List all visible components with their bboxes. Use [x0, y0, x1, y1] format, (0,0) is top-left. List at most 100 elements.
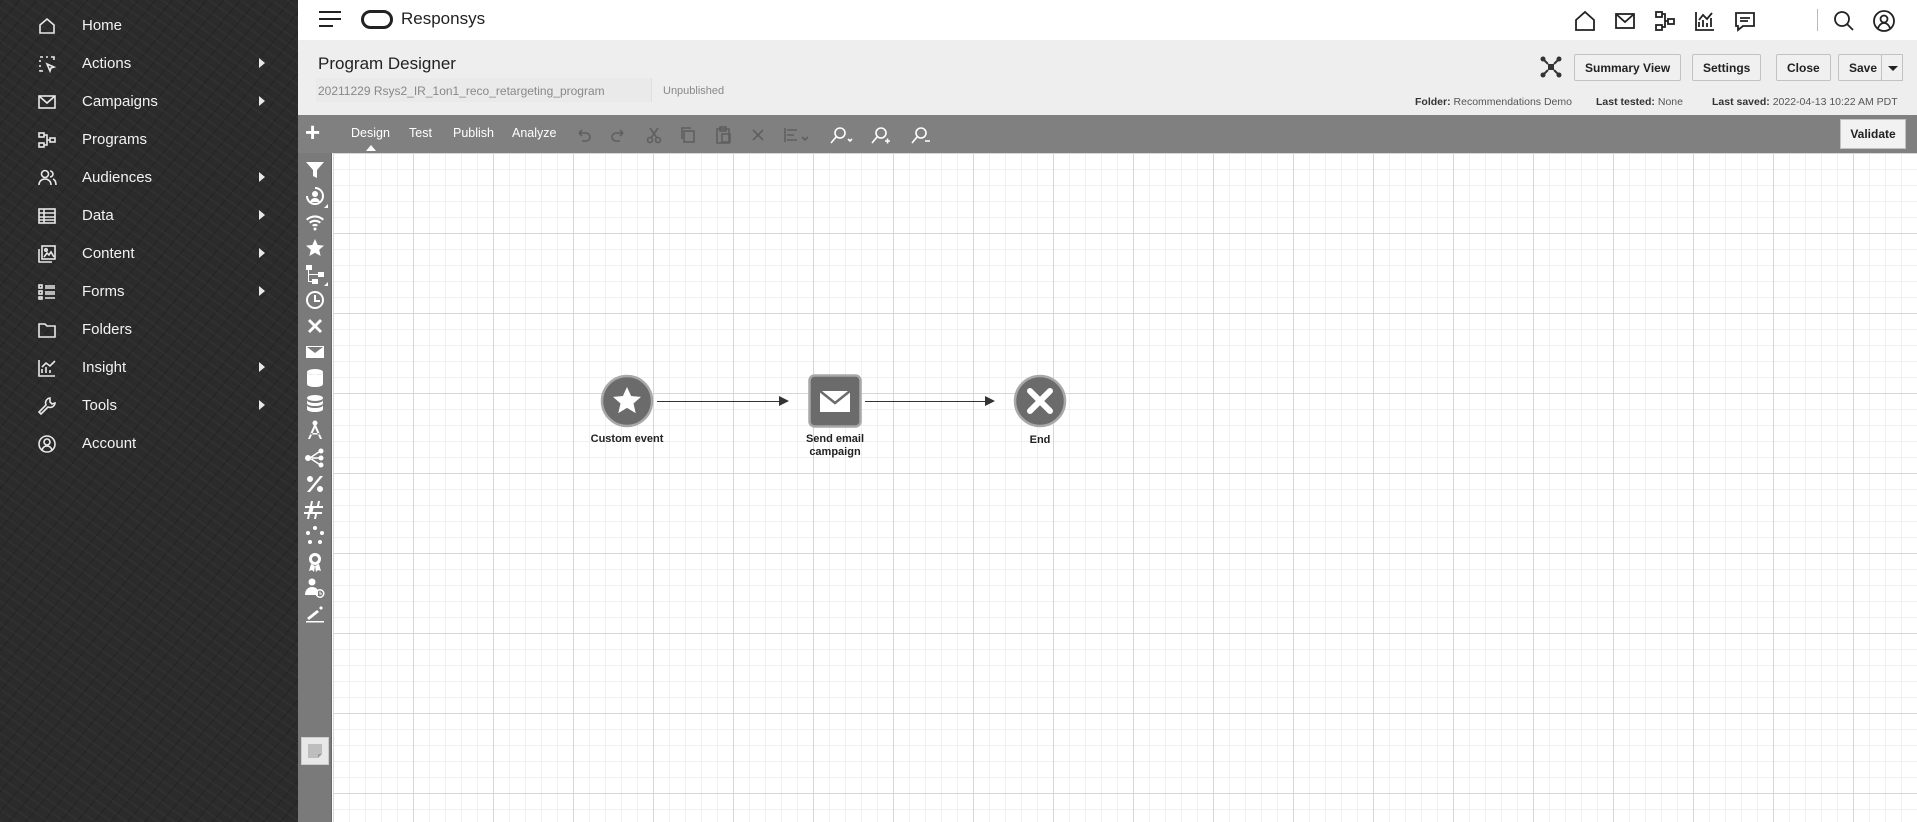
percent-icon[interactable] [301, 470, 329, 498]
signature-icon[interactable] [301, 600, 329, 628]
zoom-in-icon[interactable] [871, 125, 891, 145]
sidebar-item-content[interactable]: Content [0, 234, 298, 272]
status-badge: Unpublished [663, 85, 725, 97]
end-node[interactable] [1013, 374, 1067, 428]
fit-to-screen-icon[interactable] [1539, 55, 1563, 79]
chevron-right-icon [259, 362, 265, 372]
sidebar-item-insight[interactable]: Insight [0, 348, 298, 386]
audience-refresh-icon[interactable] [301, 182, 329, 210]
save-button[interactable]: Save [1838, 54, 1882, 81]
last-tested-label: Last tested: [1596, 96, 1655, 108]
user-circle-icon[interactable] [1872, 9, 1896, 33]
save-dropdown-toggle[interactable] [1881, 54, 1903, 81]
brand-name: Responsys [401, 9, 486, 28]
align-icon[interactable] [782, 125, 810, 145]
star-icon [600, 374, 654, 428]
envelope-icon [37, 92, 57, 112]
sidebar-item-tools[interactable]: Tools [0, 386, 298, 424]
copy-icon[interactable] [678, 125, 698, 145]
connector-arrow[interactable] [865, 396, 995, 406]
program-name: 20211229 Rsys2_IR_1on1_reco_retargeting_… [318, 84, 605, 98]
user-circle-icon [37, 434, 57, 454]
award-ribbon-icon[interactable] [301, 548, 329, 576]
message-icon[interactable] [1733, 9, 1757, 33]
folder-meta: Folder: Recommendations Demo [1415, 96, 1572, 108]
sidebar-item-forms[interactable]: Forms [0, 272, 298, 310]
tab-design[interactable]: Design [351, 126, 390, 140]
sidebar-item-account[interactable]: Account [0, 424, 298, 462]
split-icon[interactable] [301, 444, 329, 472]
close-icon [1013, 374, 1067, 428]
sidebar-item-actions[interactable]: Actions [0, 44, 298, 82]
redo-icon[interactable] [609, 125, 629, 145]
sidebar-item-label: Forms [82, 282, 125, 300]
end-close-icon[interactable] [301, 312, 329, 340]
star-icon[interactable] [301, 234, 329, 262]
cycle-icon[interactable] [301, 522, 329, 550]
design-canvas[interactable]: Custom event Send email campaign End [333, 153, 1917, 822]
send-email-campaign-node[interactable] [808, 374, 862, 428]
page-title: Program Designer [318, 54, 456, 73]
sidebar-item-campaigns[interactable]: Campaigns [0, 82, 298, 120]
database-icon[interactable] [301, 390, 329, 418]
zoom-out-icon[interactable] [911, 125, 931, 145]
sidebar-item-audiences[interactable]: Audiences [0, 158, 298, 196]
sidebar-item-home[interactable]: Home [0, 6, 298, 44]
sidebar-item-label: Folders [82, 320, 133, 338]
clock-icon[interactable] [301, 286, 329, 314]
paste-icon[interactable] [713, 125, 733, 145]
note-icon[interactable] [301, 737, 329, 765]
chevron-right-icon [259, 210, 265, 220]
database-email-icon[interactable] [301, 364, 329, 392]
folder-label: Folder: [1415, 96, 1451, 108]
zoom-menu-icon[interactable] [829, 125, 855, 145]
node-label: Send email campaign [805, 433, 865, 458]
sidebar: Home Actions Campaigns Programs Audience… [0, 0, 298, 822]
tab-test[interactable]: Test [409, 126, 432, 140]
sidebar-item-programs[interactable]: Programs [0, 120, 298, 158]
sidebar-item-folders[interactable]: Folders [0, 310, 298, 348]
home-icon[interactable] [1573, 9, 1597, 33]
wrench-icon [37, 396, 57, 416]
last-tested-meta: Last tested: None [1596, 96, 1683, 108]
settings-button[interactable]: Settings [1692, 54, 1762, 81]
sidebar-item-label: Programs [82, 130, 148, 148]
sidebar-item-label: Account [82, 434, 137, 452]
summary-view-button[interactable]: Summary View [1574, 54, 1682, 81]
sidebar-item-label: Data [82, 206, 114, 224]
envelope-icon [808, 374, 862, 428]
compass-icon[interactable] [301, 416, 329, 444]
workflow-branch-icon[interactable] [301, 260, 329, 288]
wifi-signal-icon[interactable] [301, 208, 329, 236]
undo-icon[interactable] [573, 125, 593, 145]
hamburger-menu-icon[interactable] [319, 11, 341, 29]
tab-analyze[interactable]: Analyze [512, 126, 556, 140]
filter-icon[interactable] [301, 156, 329, 184]
node-label: End [1029, 434, 1051, 446]
last-saved-meta: Last saved: 2022-04-13 10:22 AM PDT [1712, 96, 1898, 108]
sidebar-item-label: Actions [82, 54, 132, 72]
close-button[interactable]: Close [1776, 54, 1831, 81]
home-icon [37, 16, 57, 36]
connector-arrow[interactable] [657, 396, 789, 406]
node-label: Custom event [590, 433, 664, 445]
envelope-icon[interactable] [301, 338, 329, 366]
top-bar: Responsys [298, 0, 1917, 40]
search-icon[interactable] [1832, 9, 1856, 33]
tab-publish[interactable]: Publish [453, 126, 494, 140]
sidebar-item-data[interactable]: Data [0, 196, 298, 234]
validate-button[interactable]: Validate [1840, 119, 1906, 149]
custom-event-node[interactable] [600, 374, 654, 428]
cut-icon[interactable] [644, 125, 664, 145]
last-saved-value: 2022-04-13 10:22 AM PDT [1772, 96, 1898, 108]
designer-toolbar: + Design Test Publish Analyze Validate [298, 115, 1917, 153]
chevron-right-icon [259, 286, 265, 296]
hashtag-icon[interactable] [301, 496, 329, 524]
sidebar-item-label: Insight [82, 358, 127, 376]
user-clock-icon[interactable] [301, 574, 329, 602]
delete-icon[interactable] [748, 125, 768, 145]
envelope-icon[interactable] [1613, 9, 1637, 33]
program-flow-icon[interactable] [1653, 9, 1677, 33]
chart-icon[interactable] [1693, 9, 1717, 33]
add-icon[interactable]: + [305, 119, 327, 145]
